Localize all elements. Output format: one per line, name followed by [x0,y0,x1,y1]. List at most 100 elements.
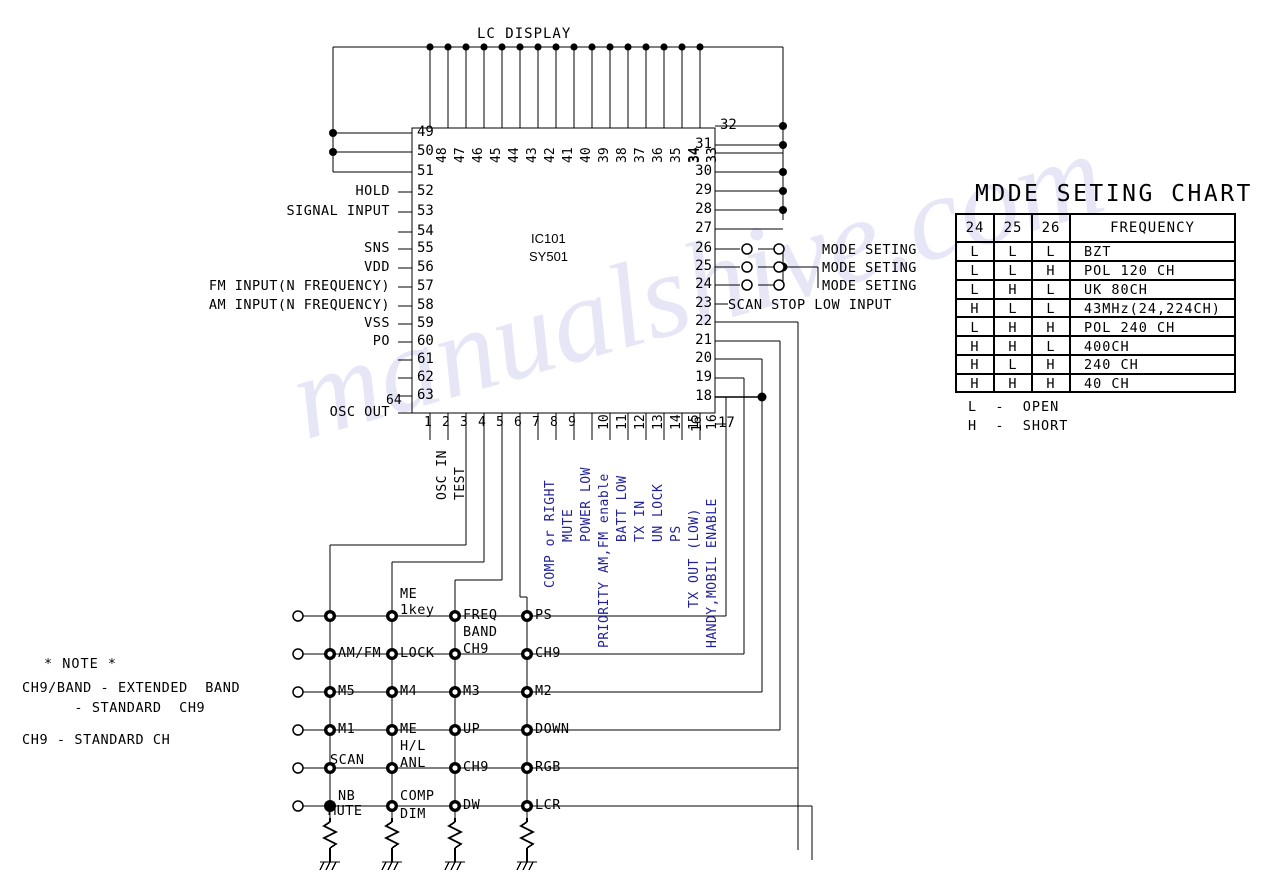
mode-chart-cell-r1c1: L [1008,262,1018,279]
schematic-page: manualshive.com LC DISPLAY IC101 SY501 4… [0,0,1263,893]
left-pin-label-55: SNS [364,240,390,256]
keypad-label-r1c2-a: BAND [463,624,498,640]
right-pin-label-25: MODE SETING [822,260,917,276]
mode-chart-header-0: 24 [965,220,985,236]
right-pin-num-21: 21 [695,332,712,348]
keypad-label-r4c1-a: H/L [400,738,426,754]
top-pin-48: 48 [435,147,450,163]
bottom-pin-num-3: 3 [460,415,468,430]
keypad-label-r3c2: UP [463,721,481,737]
keypad-label-r5c0-a: NB [338,788,356,804]
right-pin-num-19: 19 [695,369,712,385]
left-pin-num-54: 54 [417,223,434,239]
bottom-pin-num-1: 1 [424,415,432,430]
left-pin-num-58: 58 [417,297,434,313]
mode-chart-cell-r0c1: L [1008,244,1018,260]
right-pin-num-28: 28 [695,201,712,217]
bottom-pin-num-16: 16 [705,414,720,430]
mode-chart-cell-r5c0: H [970,338,980,355]
right-pin-label-24: MODE SETING [822,278,917,294]
left-pin-label-53: SIGNAL INPUT [286,203,390,219]
top-pin-37: 37 [633,147,648,163]
top-pin-44: 44 [507,147,522,163]
keypad-label-r5c2: DW [463,797,481,813]
left-pin-num-56: 56 [417,259,434,275]
bottom-pin-num-10: 10 [597,414,612,430]
left-pin-num-61: 61 [417,351,434,367]
top-pin-36: 36 [651,147,666,163]
bottom-pin-num-4: 4 [478,415,486,430]
mode-chart-cell-r2c0: L [970,281,980,298]
right-pin-num-22: 22 [695,313,712,329]
bottom-pin-label-16: HANDY,MOBIL ENABLE [705,498,720,648]
top-pin-40: 40 [579,147,594,163]
left-pin-num-50: 50 [417,143,434,159]
mode-chart-cell-r5c3: 400CH [1084,338,1130,355]
mode-chart-cell-r4c0: L [970,319,980,336]
top-pin-35: 35 [669,147,684,163]
keypad-switch-nodes [324,610,533,812]
bottom-pin-label-14: PS [669,525,684,542]
keypad-label-r1c2-b: CH9 [463,641,489,657]
bottom-pin-num-12: 12 [633,414,648,430]
mode-chart-header-2: 26 [1041,220,1061,236]
keypad-label-r5c3: LCR [535,797,561,813]
ic-body [411,127,716,414]
keypad-label-r0c1-a: ME [400,586,418,602]
mode-chart-legend-1: L - OPEN [968,399,1060,415]
keypad-label-r0c1-b: 1key [400,602,435,618]
bottom-pin-num-13: 13 [651,414,666,430]
mode-chart-cell-r2c1: H [1008,281,1018,298]
mode-chart-cell-r2c3: UK 80CH [1084,281,1148,298]
right-pin-num-17: 17 [718,415,735,431]
left-pin-label-59: VSS [364,315,390,331]
mode-chart-cell-r4c2: H [1046,319,1056,336]
right-pin-num-29: 29 [695,182,712,198]
keypad-label-r3c3: DOWN [535,721,570,737]
right-pin-num-26: 26 [695,240,712,256]
top-pin-46: 46 [471,147,486,163]
schematic-vectors [292,43,1236,871]
top-pin-41: 41 [561,147,576,163]
keypad-label-r2c3: M2 [535,683,553,699]
bottom-pin-label-15: TX OUT (LOW) [687,508,702,608]
mode-chart-cell-r3c1: L [1008,300,1018,317]
right-pin-num-32: 32 [720,117,737,133]
top-pin-43: 43 [525,147,540,163]
lc-display-label: LC DISPLAY [477,26,572,42]
note-title: * NOTE * [44,656,118,672]
right-pin-num-30: 30 [695,163,712,179]
keypad-label-r5c0-b: MUTE [328,803,363,819]
keypad-label-r4c0: SCAN [330,752,365,768]
note-line-1: CH9/BAND - EXTENDED BAND [22,680,241,696]
keypad-label-r1c1: LOCK [400,645,435,661]
bottom-pin-num-6: 6 [514,415,522,430]
bottom-pin-num-5: 5 [496,415,504,430]
mode-chart-cell-r5c1: H [1008,338,1018,355]
left-pin-num-53: 53 [417,203,434,219]
left-pin-label-58: AM INPUT(N FREQUENCY) [208,297,390,313]
bottom-pin-label-8: MUTE [561,508,576,542]
mode-chart-header-1: 25 [1003,220,1023,236]
keypad-label-r5c1-b: DIM [400,806,426,822]
note-line-2: - STANDARD CH9 [22,700,206,716]
left-pin-num-49: 49 [417,124,434,140]
mode-chart-cell-r3c2: L [1046,300,1056,317]
keypad-label-r1c0: AM/FM [338,645,382,661]
ic-part-label: SY501 [529,249,569,264]
left-pin-num-52: 52 [417,183,434,199]
left-pin-num-57: 57 [417,278,434,294]
left-pin-label-52: HOLD [355,183,390,199]
mode-chart-cell-r0c3: BZT [1084,244,1112,260]
mode-chart-cell-r5c2: L [1046,338,1056,355]
top-pin-38: 38 [615,147,630,163]
keypad-terminals [292,610,304,812]
mode-chart-cell-r1c2: H [1046,262,1056,279]
keypad-label-r2c1: M4 [400,683,418,699]
keypad-label-r3c0: M1 [338,721,356,737]
bottom-pin-label-10: PRIORITY AM,FM enable [597,473,612,648]
mode-chart-cell-r7c1: H [1008,376,1018,393]
mode-chart-title: MDDE SETING CHART [975,181,1253,207]
keypad-label-r5c1-a: COMP [400,788,435,804]
right-pin-num-27: 27 [695,220,712,236]
